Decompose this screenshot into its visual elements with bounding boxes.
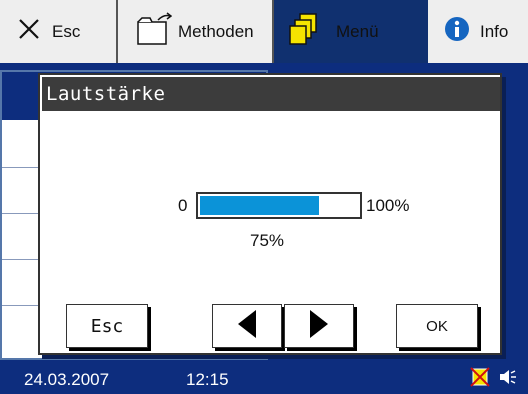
folder-icon [136, 12, 173, 51]
ok-button[interactable]: OK [396, 304, 478, 348]
methods-toolbar-label: Methoden [178, 21, 254, 41]
volume-bar-fill [200, 196, 319, 215]
device-screen: Esc Methoden Menü Info Lautstärke 0 100%… [0, 0, 528, 394]
triangle-right-icon [308, 309, 330, 344]
methods-toolbar-button[interactable]: Methoden [118, 0, 274, 63]
volume-max-label: 100% [366, 196, 410, 215]
triangle-left-icon [236, 309, 258, 344]
volume-bar[interactable] [196, 192, 362, 219]
menu-toolbar-button[interactable]: Menü [274, 0, 428, 63]
volume-value-label: 75% [250, 231, 285, 250]
decrease-volume-button[interactable] [212, 304, 282, 348]
info-toolbar-button[interactable]: Info [428, 0, 528, 63]
volume-min-label: 0 [178, 196, 188, 215]
stacked-folders-icon [288, 12, 318, 51]
increase-volume-button[interactable] [284, 304, 354, 348]
speaker-icon [498, 368, 518, 391]
dialog-title: Lautstärke [42, 77, 500, 111]
menu-toolbar-label: Menü [336, 21, 379, 41]
esc-button[interactable]: Esc [66, 304, 148, 348]
volume-dialog: Lautstärke 0 100% 75% Esc OK [38, 73, 502, 355]
info-toolbar-label: Info [480, 21, 509, 41]
status-bar: 24.03.2007 12:15 [0, 360, 528, 394]
top-toolbar: Esc Methoden Menü Info [0, 0, 528, 63]
close-x-icon [18, 18, 40, 45]
card-disabled-icon [470, 367, 490, 392]
status-date: 24.03.2007 [24, 370, 110, 389]
status-time: 12:15 [186, 370, 229, 389]
esc-toolbar-button[interactable]: Esc [0, 0, 118, 63]
info-icon [444, 16, 470, 47]
esc-toolbar-label: Esc [52, 21, 81, 41]
